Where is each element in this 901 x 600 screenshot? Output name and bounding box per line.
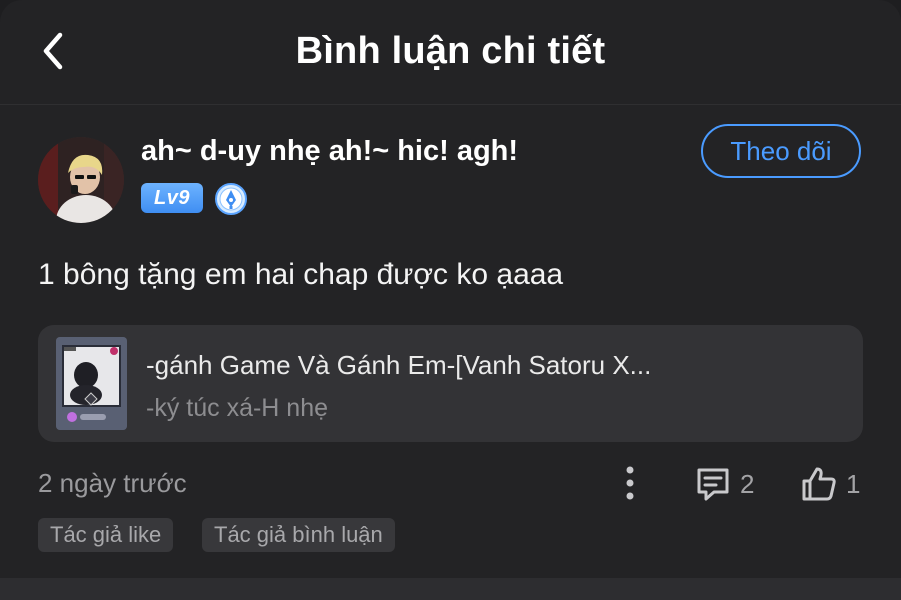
reply-count: 2 xyxy=(740,468,755,499)
story-title: -gánh Game Và Gánh Em-[Vanh Satoru X... xyxy=(146,350,652,380)
story-card[interactable]: -gánh Game Và Gánh Em-[Vanh Satoru X... … xyxy=(38,325,863,442)
more-vertical-icon xyxy=(626,466,634,500)
comment-text: 1 bông tặng em hai chap được ko ạaaa xyxy=(38,258,564,291)
author-name[interactable]: ah~ d-uy nhẹ ah!~ hic! agh! xyxy=(141,135,518,168)
story-cover-image xyxy=(56,337,127,430)
comment-detail-screen: Bình luận chi tiết ah~ d-uy nhẹ ah!~ hic… xyxy=(0,0,901,600)
follow-button[interactable]: Theo dõi xyxy=(701,124,861,178)
tag-author-liked: Tác giả like xyxy=(38,518,174,552)
comment-icon xyxy=(697,468,729,501)
tag-author-commented: Tác giả bình luận xyxy=(202,518,395,552)
comment-timestamp: 2 ngày trước xyxy=(38,468,187,498)
avatar-photo xyxy=(38,137,124,223)
header: Bình luận chi tiết xyxy=(0,0,901,105)
page-title: Bình luận chi tiết xyxy=(295,30,606,72)
reply-button[interactable]: 2 xyxy=(694,462,754,506)
pen-medal-icon xyxy=(214,182,248,216)
level-badge: Lv9 xyxy=(141,183,203,213)
story-subtitle: -ký túc xá-H nhẹ xyxy=(146,394,329,422)
like-button[interactable]: 1 xyxy=(800,462,860,506)
avatar[interactable] xyxy=(38,137,124,223)
like-count: 1 xyxy=(846,468,861,499)
more-options-button[interactable] xyxy=(612,462,648,504)
bottom-divider xyxy=(0,578,901,600)
thumbs-up-icon xyxy=(802,467,836,501)
